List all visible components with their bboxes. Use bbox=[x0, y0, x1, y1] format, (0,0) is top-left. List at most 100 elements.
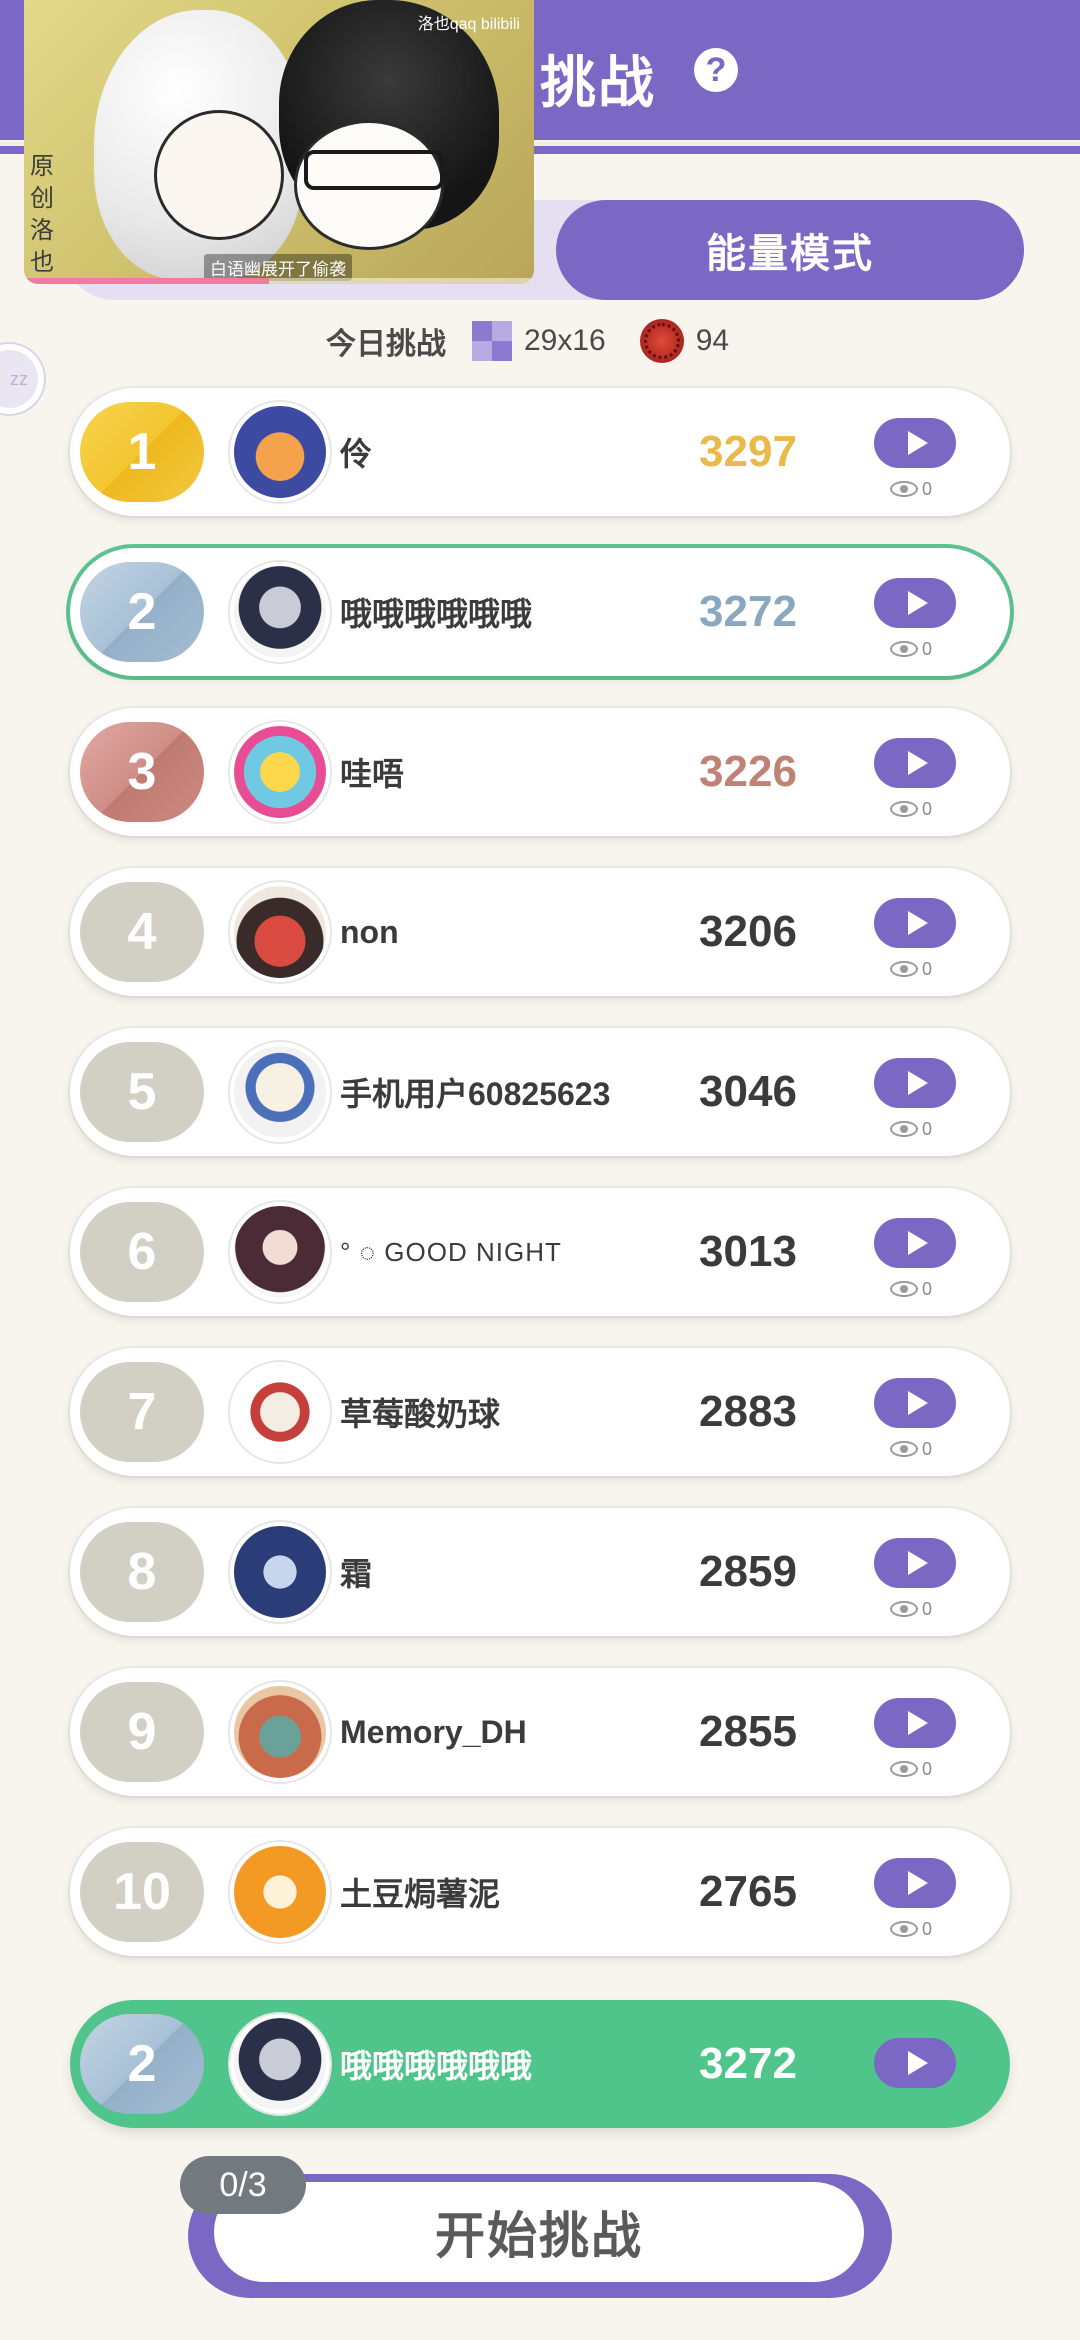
video-watermark: 洛也qaq bilibili bbox=[417, 16, 520, 33]
leaderboard-row[interactable]: 3 哇唔 3226 0 bbox=[70, 708, 1010, 836]
play-replay-button[interactable] bbox=[874, 1538, 956, 1588]
view-count: 0 bbox=[890, 1436, 932, 1462]
rank-badge: 6 bbox=[80, 1202, 204, 1302]
avatar[interactable] bbox=[230, 722, 330, 822]
start-challenge-button[interactable]: 开始挑战 bbox=[214, 2182, 864, 2282]
today-challenge-info: 今日挑战 29x16 94 bbox=[326, 318, 729, 364]
player-score: 3226 bbox=[699, 747, 797, 796]
rank-badge: 10 bbox=[80, 1842, 204, 1942]
leaderboard-row-current-user[interactable]: 2 哦哦哦哦哦哦 3272 0 bbox=[70, 548, 1010, 676]
view-count: 0 bbox=[890, 1756, 932, 1782]
avatar[interactable] bbox=[230, 562, 330, 662]
eye-icon bbox=[890, 801, 918, 817]
rank-badge: 9 bbox=[80, 1682, 204, 1782]
rank-badge: 8 bbox=[80, 1522, 204, 1622]
rank-badge: 3 bbox=[80, 722, 204, 822]
rank-badge: 7 bbox=[80, 1362, 204, 1462]
rank-badge: 2 bbox=[80, 562, 204, 662]
player-name: 伶 bbox=[340, 436, 373, 472]
rank-badge: 2 bbox=[80, 2014, 204, 2114]
board-size: 29x16 bbox=[524, 324, 606, 357]
leaderboard-row[interactable]: 9 Memory_DH 2855 0 bbox=[70, 1668, 1010, 1796]
attempts-counter: 0/3 bbox=[180, 2156, 306, 2214]
play-replay-button[interactable] bbox=[874, 578, 956, 628]
play-replay-button[interactable] bbox=[874, 1698, 956, 1748]
play-replay-button[interactable] bbox=[874, 738, 956, 788]
leaderboard-row[interactable]: 5 手机用户60825623 3046 0 bbox=[70, 1028, 1010, 1156]
player-score: 3272 bbox=[699, 587, 797, 636]
my-rank-row[interactable]: 2 哦哦哦哦哦哦 3272 bbox=[70, 2000, 1010, 2128]
video-character-face bbox=[154, 110, 284, 240]
leaderboard-row[interactable]: 6 ° ◌ GOOD NIGHT 3013 0 bbox=[70, 1188, 1010, 1316]
leaderboard-row[interactable]: 7 草莓酸奶球 2883 0 bbox=[70, 1348, 1010, 1476]
leaderboard-row[interactable]: 8 霜 2859 0 bbox=[70, 1508, 1010, 1636]
board-grid-icon bbox=[472, 321, 512, 361]
view-count: 0 bbox=[890, 1116, 932, 1142]
avatar[interactable] bbox=[230, 402, 330, 502]
avatar[interactable] bbox=[230, 882, 330, 982]
player-name: 草莓酸奶球 bbox=[340, 1396, 501, 1432]
avatar[interactable] bbox=[230, 1682, 330, 1782]
rank-badge: 1 bbox=[80, 402, 204, 502]
eye-icon bbox=[890, 1601, 918, 1617]
view-count: 0 bbox=[890, 796, 932, 822]
player-score: 3206 bbox=[699, 907, 797, 956]
avatar[interactable] bbox=[230, 1202, 330, 1302]
player-name: ° ◌ GOOD NIGHT bbox=[340, 1236, 562, 1267]
video-glasses bbox=[304, 150, 444, 190]
play-replay-button[interactable] bbox=[874, 2038, 956, 2088]
floating-side-bubble[interactable]: zz bbox=[0, 344, 44, 414]
player-score: 2765 bbox=[699, 1867, 797, 1916]
mine-count: 94 bbox=[695, 324, 730, 357]
player-name: Memory_DH bbox=[340, 1713, 527, 1750]
video-side-text: 原创洛也 bbox=[30, 152, 54, 276]
page-title: 挑战 bbox=[540, 51, 656, 114]
player-name: 哦哦哦哦哦哦 bbox=[340, 2048, 533, 2084]
eye-icon bbox=[890, 961, 918, 977]
player-score: 3046 bbox=[699, 1067, 797, 1116]
player-name: 哦哦哦哦哦哦 bbox=[340, 596, 533, 632]
mine-icon bbox=[639, 319, 684, 363]
avatar[interactable] bbox=[230, 2014, 330, 2114]
play-replay-button[interactable] bbox=[874, 1218, 956, 1268]
player-score: 2859 bbox=[699, 1547, 797, 1596]
today-challenge-label: 今日挑战 bbox=[326, 328, 446, 361]
play-replay-button[interactable] bbox=[874, 1058, 956, 1108]
play-replay-button[interactable] bbox=[874, 418, 956, 468]
player-name: non bbox=[340, 913, 399, 950]
eye-icon bbox=[890, 1761, 918, 1777]
view-count: 0 bbox=[890, 636, 932, 662]
player-score: 2883 bbox=[699, 1387, 797, 1436]
help-icon[interactable]: ? bbox=[694, 48, 738, 92]
rank-badge: 5 bbox=[80, 1042, 204, 1142]
view-count: 0 bbox=[890, 1596, 932, 1622]
video-progress-bar[interactable] bbox=[24, 278, 534, 284]
view-count: 0 bbox=[890, 1916, 932, 1942]
rank-badge: 4 bbox=[80, 882, 204, 982]
avatar[interactable] bbox=[230, 1522, 330, 1622]
eye-icon bbox=[890, 1121, 918, 1137]
floating-video-player[interactable]: 原创洛也 洛也qaq bilibili 白语幽展开了偷袭 bbox=[24, 0, 534, 284]
eye-icon bbox=[890, 1921, 918, 1937]
player-name: 土豆焗薯泥 bbox=[340, 1876, 501, 1912]
avatar[interactable] bbox=[230, 1042, 330, 1142]
view-count: 0 bbox=[890, 956, 932, 982]
leaderboard-row[interactable]: 1 伶 3297 0 bbox=[70, 388, 1010, 516]
play-replay-button[interactable] bbox=[874, 1858, 956, 1908]
player-score: 3297 bbox=[699, 427, 797, 476]
eye-icon bbox=[890, 1281, 918, 1297]
player-name: 哇唔 bbox=[340, 756, 405, 792]
eye-icon bbox=[890, 481, 918, 497]
view-count: 0 bbox=[890, 476, 932, 502]
player-name: 霜 bbox=[340, 1556, 373, 1592]
play-replay-button[interactable] bbox=[874, 898, 956, 948]
avatar[interactable] bbox=[230, 1362, 330, 1462]
avatar[interactable] bbox=[230, 1842, 330, 1942]
leaderboard-row[interactable]: 10 土豆焗薯泥 2765 0 bbox=[70, 1828, 1010, 1956]
player-name: 手机用户60825623 bbox=[340, 1076, 611, 1112]
leaderboard-row[interactable]: 4 non 3206 0 bbox=[70, 868, 1010, 996]
view-count: 0 bbox=[890, 1276, 932, 1302]
video-subtitle: 白语幽展开了偷袭 bbox=[204, 254, 352, 281]
energy-mode-button[interactable]: 能量模式 bbox=[556, 200, 1024, 300]
play-replay-button[interactable] bbox=[874, 1378, 956, 1428]
